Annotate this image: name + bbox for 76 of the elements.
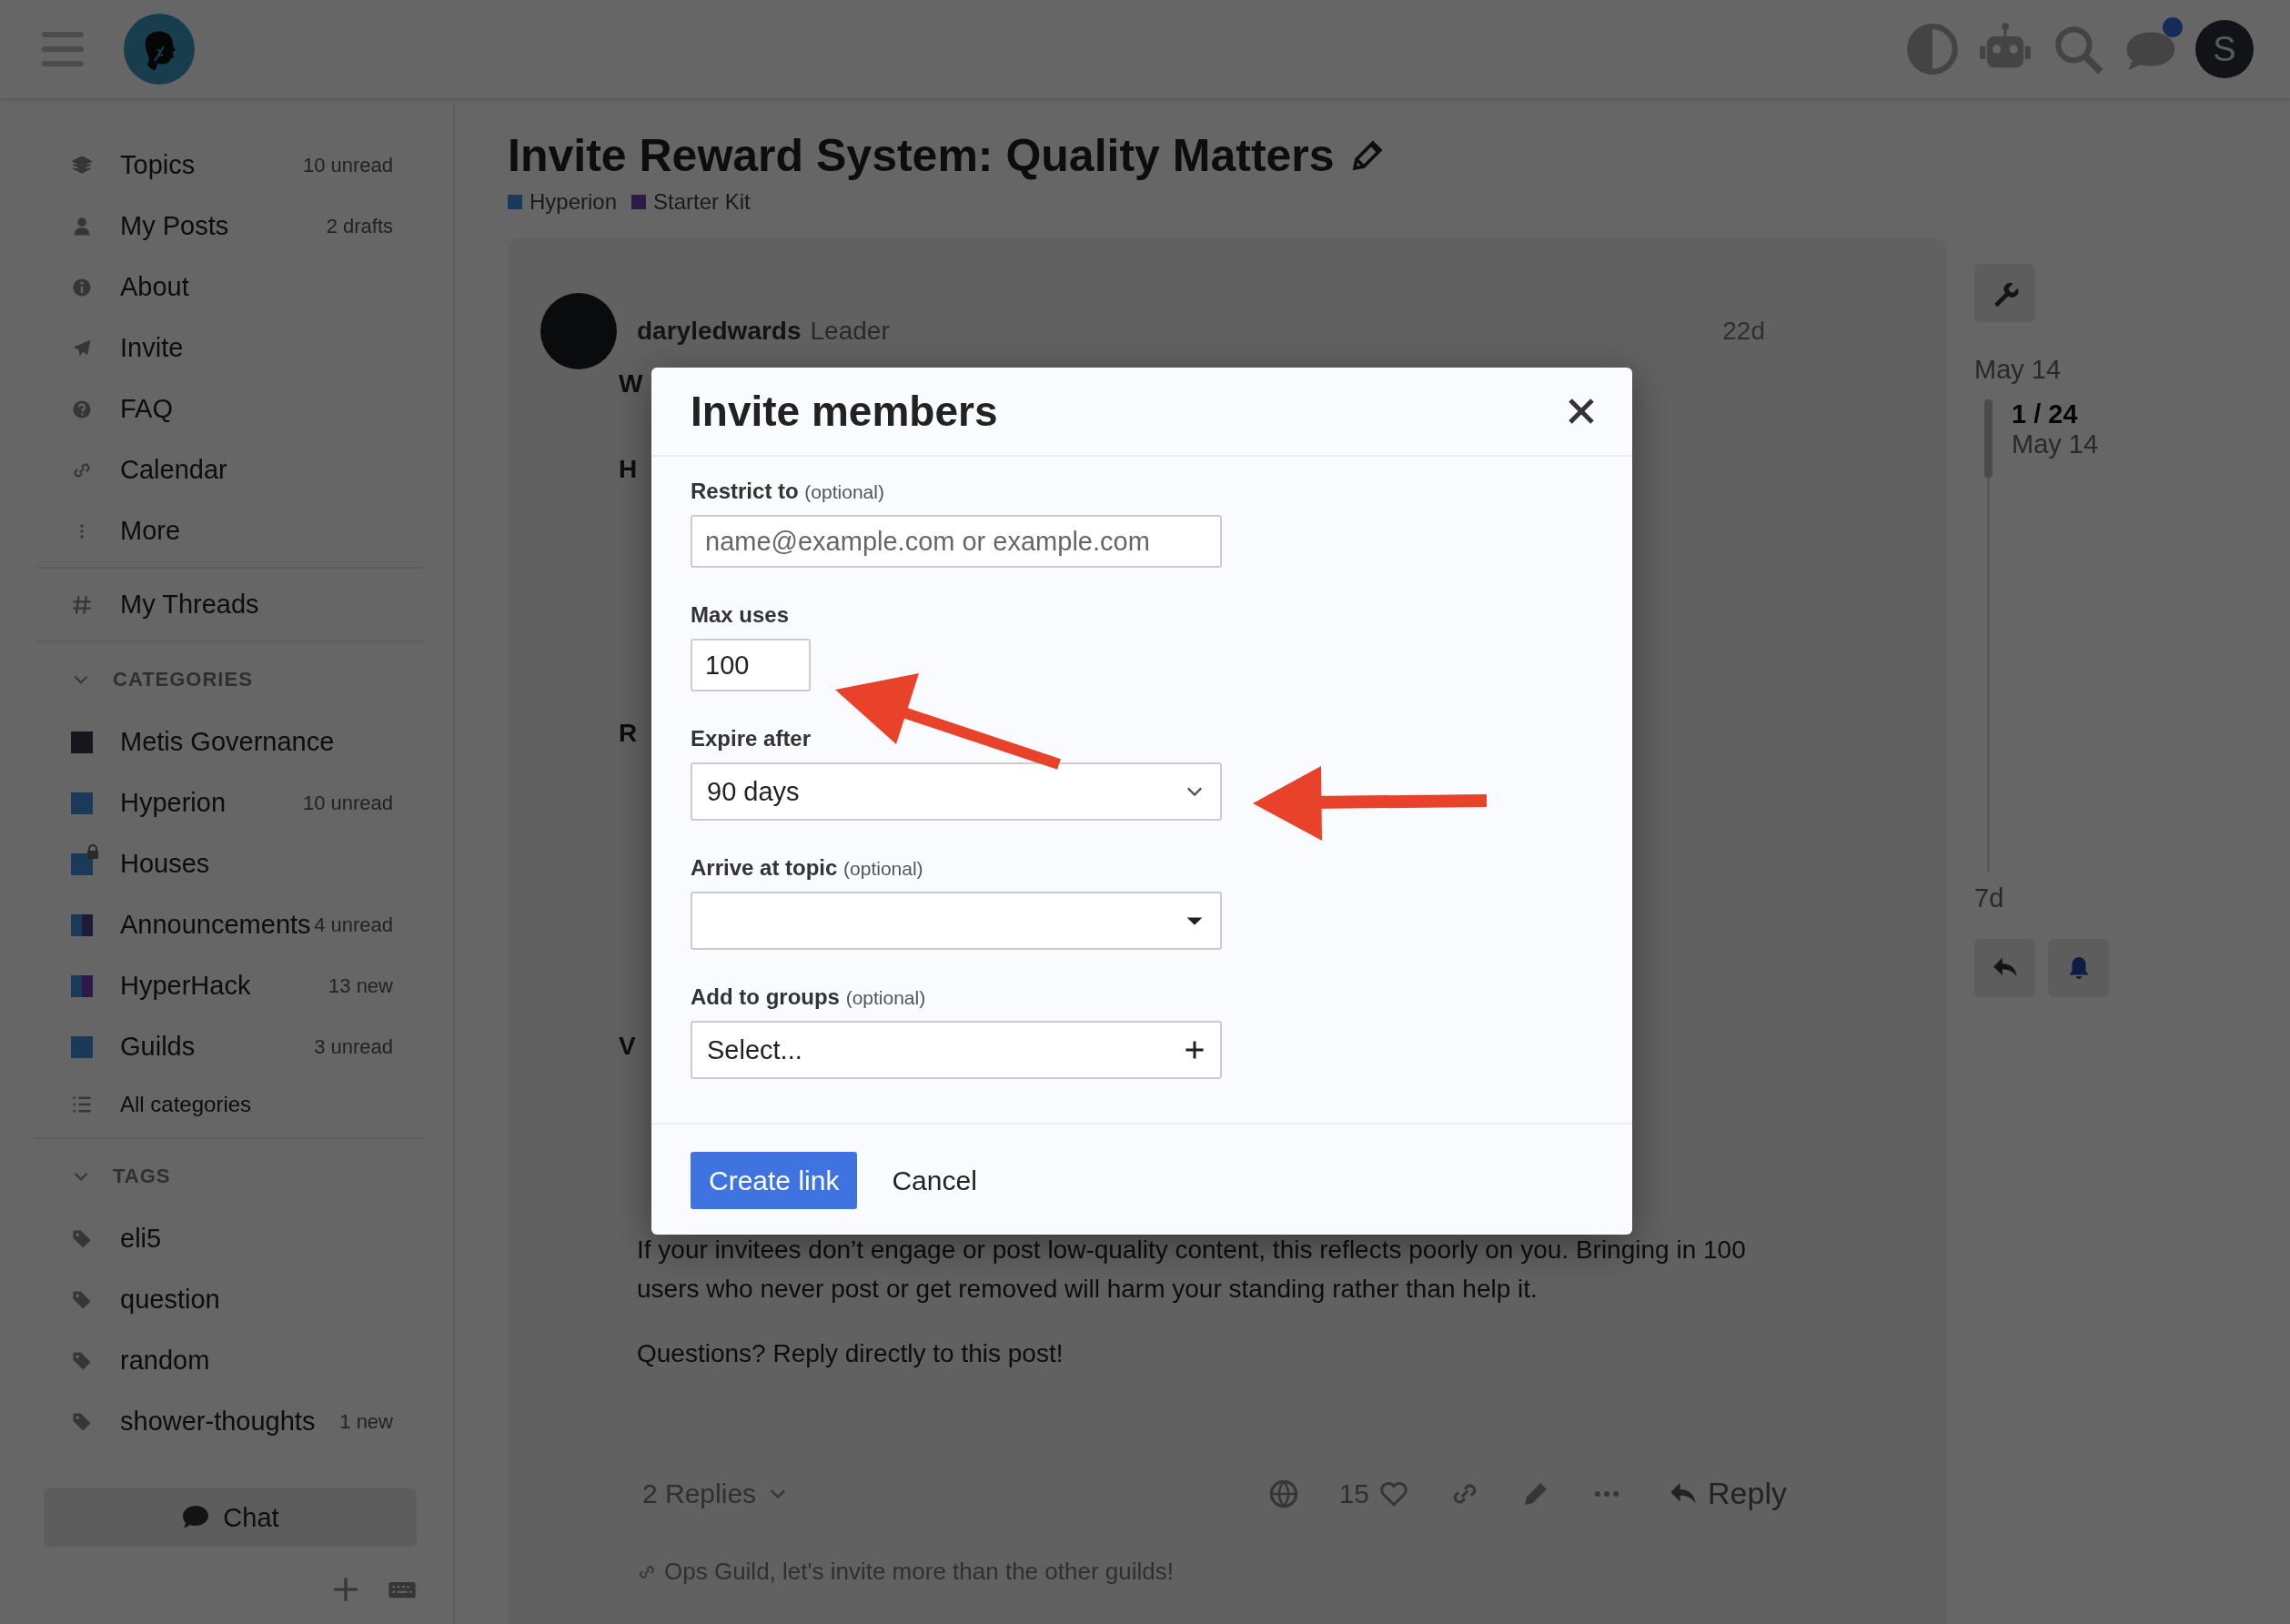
notification-bell-button[interactable]	[2048, 939, 2109, 997]
field-label: Add to groups (optional)	[691, 984, 927, 1010]
cancel-button[interactable]: Cancel	[886, 1164, 983, 1197]
sidebar-item[interactable]: Houses	[35, 833, 426, 894]
post-paragraph: If your invitees don’t engage or post low-quality content, this reflects poorly on you. Bringing in 100 users who never post or get removed will harm your standing rather than help it.	[637, 1235, 1747, 1305]
reply-button[interactable]	[1974, 939, 2035, 997]
item-count: 10 unread	[302, 153, 393, 177]
plus-icon	[1184, 1039, 1206, 1061]
tag-icon	[71, 1227, 93, 1250]
sidebar-item[interactable]: Announcements4 unread	[35, 894, 426, 955]
help-icon	[71, 398, 93, 420]
sidebar-item[interactable]: question	[35, 1269, 426, 1330]
sidebar-item[interactable]: My Threads	[35, 574, 426, 635]
create-link-button[interactable]: Create link	[691, 1152, 858, 1209]
author-role: Leader	[810, 317, 890, 346]
post-text: V	[619, 1032, 636, 1061]
category-badge[interactable]: Hyperion	[530, 189, 618, 215]
sidebar-item[interactable]: Topics 10 unread	[35, 135, 426, 196]
info-icon	[71, 276, 93, 298]
max-uses-input[interactable]: 100	[691, 639, 811, 691]
restrict-input[interactable]: name@example.com or example.com	[691, 515, 1222, 568]
sidebar-item[interactable]: random	[35, 1330, 426, 1391]
sidebar-item[interactable]: All categories	[35, 1077, 426, 1132]
sidebar-item[interactable]: Calendar	[35, 439, 426, 500]
tag-icon	[71, 1410, 93, 1433]
sidebar-item[interactable]: FAQ	[35, 378, 426, 439]
sidebar-item[interactable]: Metis Governance	[35, 711, 426, 772]
sidebar-item[interactable]: My Posts 2 drafts	[35, 196, 426, 257]
user-avatar[interactable]: S	[2195, 20, 2254, 78]
author-name[interactable]: daryledwards	[637, 317, 802, 346]
item-count: 4 unread	[314, 913, 393, 937]
chat-button[interactable]: Chat	[44, 1488, 417, 1547]
sidebar-item[interactable]: About	[35, 257, 426, 318]
item-count: 2 drafts	[326, 214, 393, 238]
hash-icon	[71, 593, 93, 616]
chat-bubble-icon	[181, 1504, 211, 1531]
post-text: H	[619, 455, 638, 484]
timeline-handle[interactable]	[1984, 399, 1992, 478]
item-count: 10 unread	[302, 791, 393, 815]
globe-icon[interactable]	[1267, 1478, 1299, 1509]
item-count: 3 unread	[314, 1034, 393, 1059]
field-label: Arrive at topic (optional)	[691, 855, 924, 881]
tag-icon	[71, 1288, 93, 1311]
add-icon[interactable]	[331, 1575, 360, 1604]
topic-dropdown[interactable]	[691, 892, 1222, 950]
sidebar-item[interactable]: Guilds 3 unread	[35, 1016, 426, 1077]
contrast-icon[interactable]	[1904, 21, 1961, 77]
sidebar-item[interactable]: HyperHack 13 new	[35, 955, 426, 1016]
post-text: W	[619, 369, 643, 398]
layers-icon	[71, 154, 93, 177]
post-text: R	[619, 719, 638, 748]
sidebar-item[interactable]: Hyperion 10 unread	[35, 772, 426, 833]
topic-title: Invite Reward System: Quality Matters	[508, 129, 1335, 182]
sidebar-item[interactable]: eli5	[35, 1208, 426, 1269]
groups-selector[interactable]: Select...	[691, 1021, 1222, 1079]
logo-icon[interactable]	[124, 14, 195, 85]
expire-dropdown[interactable]: 90 days	[691, 762, 1222, 821]
tag-icon	[71, 1349, 93, 1372]
timeline-start-date[interactable]: May 14	[1974, 355, 2109, 385]
item-count: 13 new	[328, 973, 393, 998]
category-badge[interactable]: Starter Kit	[653, 189, 751, 215]
reply-button[interactable]: Reply	[1662, 1475, 1792, 1512]
field-label: Max uses	[691, 602, 791, 628]
item-count: 1 new	[339, 1409, 393, 1434]
sidebar-item[interactable]: More	[35, 500, 426, 561]
sidebar-item[interactable]: Invite	[35, 318, 426, 378]
timeline-end-date[interactable]: 7d	[1974, 883, 2109, 913]
dialog-title: Invite members	[691, 387, 998, 436]
post-paragraph: Questions? Reply directly to this post!	[637, 1338, 1064, 1369]
timeline-date: May 14	[2012, 429, 2099, 459]
menu-icon[interactable]	[42, 32, 84, 66]
sidebar-item[interactable]: shower-thoughts 1 new	[35, 1391, 426, 1452]
field-label: Expire after	[691, 726, 812, 751]
admin-wrench-button[interactable]	[1974, 264, 2035, 322]
field-label: Restrict to (optional)	[691, 479, 885, 504]
timeline-position: 1 / 24	[2012, 399, 2079, 429]
